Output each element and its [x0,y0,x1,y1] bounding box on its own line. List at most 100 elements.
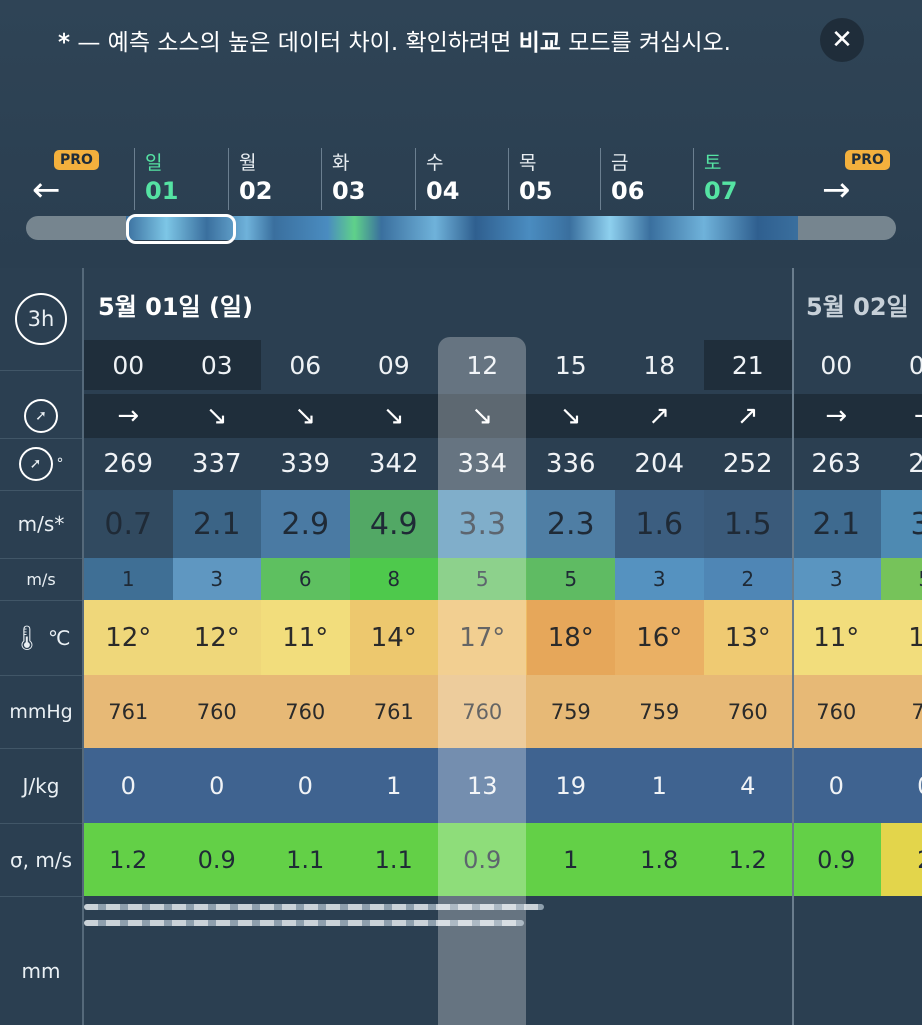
arrows-cell: ↘ [261,394,350,438]
pressure-cell: 760 [792,675,881,748]
wind-speed-cell: 0.7 [84,490,173,558]
day-name: 월 [239,152,257,174]
notice-star: * [58,30,71,56]
wind-speed-cell: 1.6 [615,490,704,558]
arrows-cell: → [84,394,173,438]
pressure-cell: 75 [880,675,922,748]
wind-speed-cell: 4.9 [349,490,438,558]
arrow-left-icon[interactable]: ← [32,170,61,210]
gusts-cell: 3 [615,558,704,600]
temperature-cell: 14° [349,600,438,675]
wind-speed-cell: 1.5 [703,490,792,558]
temperature-cell: 12° [172,600,261,675]
gusts-cell: 3 [172,558,261,600]
sigma-cell: 0.9 [172,823,261,896]
day-tab-01[interactable]: 일 01 [134,148,178,210]
day-date: 05 [519,177,553,205]
sigma-label: σ, m/s [0,823,82,897]
arrows-cell: ↗ [615,394,704,438]
date-header-day1: 5월 01일 (일) [98,292,253,321]
compass-icon: ➚ [24,399,58,433]
hours-cell: 18 [615,340,704,390]
interval-3h-icon[interactable]: 3h [15,293,67,345]
arrows-cell: ↗ [703,394,792,438]
temperature-unit: ℃ [48,625,71,650]
wind-speed-cell: 3. [880,490,922,558]
day-tab-02[interactable]: 월 02 [228,148,272,210]
hours-cell: 06 [261,340,350,390]
thermometer-icon: 🌡 [11,623,42,652]
day-name: 일 [145,152,163,174]
cape-cell: 0 [792,748,882,823]
arrow-right-icon[interactable]: → [822,170,851,210]
day-name: 토 [704,152,722,174]
day-tab-05[interactable]: 목 05 [508,148,552,210]
forecast-notice: * — 예측 소스의 높은 데이터 차이. 확인하려면 비교 모드를 켜십시오. [58,26,808,60]
pro-badge-left[interactable]: PRO [54,150,99,170]
wind-speed-cell: 2.9 [261,490,350,558]
close-icon[interactable]: ✕ [820,18,864,62]
directions-cell: 204 [615,438,704,490]
day-date: 01 [145,177,179,205]
temperature-cell: 13° [703,600,792,675]
arrows-cell: ↘ [526,394,615,438]
notice-compare-bold: 비교 [518,30,561,56]
arrows-cell: ↘ [172,394,261,438]
precip-label: mm [0,896,82,1025]
day-name: 화 [332,152,350,174]
arrows-cell: → [880,394,922,438]
pro-badge-right[interactable]: PRO [845,150,890,170]
cape-cell: 4 [703,748,793,823]
sigma-cell: 1 [526,823,615,896]
gusts-cell: 6 [261,558,350,600]
gusts-cell: 3 [792,558,881,600]
day-tab-06[interactable]: 금 06 [600,148,644,210]
directions-cell: 339 [261,438,350,490]
directions-cell: 26 [880,438,922,490]
temperature-cell: 16° [615,600,704,675]
sigma-cell: 1.8 [615,823,704,896]
sigma-cell: 1.2 [84,823,173,896]
gusts-cell: 2 [703,558,792,600]
hours-cell: 00 [792,340,881,390]
temperature-cell: 11° [792,600,881,675]
day-tab-07[interactable]: 토 07 [693,148,737,210]
cape-cell: 1 [615,748,705,823]
temperature-cell: 10 [880,600,922,675]
hours-cell: 15 [526,340,615,390]
cape-cell: 0 [261,748,351,823]
hours-cell: 09 [349,340,438,390]
directions-cell: 342 [349,438,438,490]
day-tab-03[interactable]: 화 03 [321,148,365,210]
cape-cell: 0 [84,748,174,823]
day-date: 06 [611,177,645,205]
selected-column-highlight[interactable] [438,337,526,1025]
gusts-cell: 5 [526,558,615,600]
directions-cell: 252 [703,438,792,490]
slider-handle[interactable] [126,214,236,244]
directions-cell: 269 [84,438,173,490]
temperature-label: 🌡 ℃ [0,600,82,676]
interval-toggle[interactable]: 3h [0,268,82,371]
hours-cell: 03 [172,340,261,390]
pressure-cell: 760 [703,675,792,748]
directions-cell: 263 [792,438,881,490]
sigma-cell: 1.2 [703,823,792,896]
arrows-cell: → [792,394,881,438]
directions-cell: 336 [526,438,615,490]
day-name: 금 [611,152,629,174]
day-name: 목 [519,152,537,174]
pressure-label: mmHg [0,675,82,749]
temperature-cell: 18° [526,600,615,675]
pressure-cell: 760 [261,675,350,748]
wind-speed-label: m/s* [0,490,82,559]
sigma-cell: 0.9 [792,823,881,896]
hours-cell: 03 [880,340,922,390]
gusts-cell: 5 [880,558,922,600]
cape-cell: 19 [526,748,616,823]
wind-speed-cell: 2.1 [172,490,261,558]
date-header-day2: 5월 02일 [806,292,909,321]
pressure-cell: 759 [615,675,704,748]
sigma-cell: 1.1 [261,823,350,896]
day-tab-04[interactable]: 수 04 [415,148,459,210]
